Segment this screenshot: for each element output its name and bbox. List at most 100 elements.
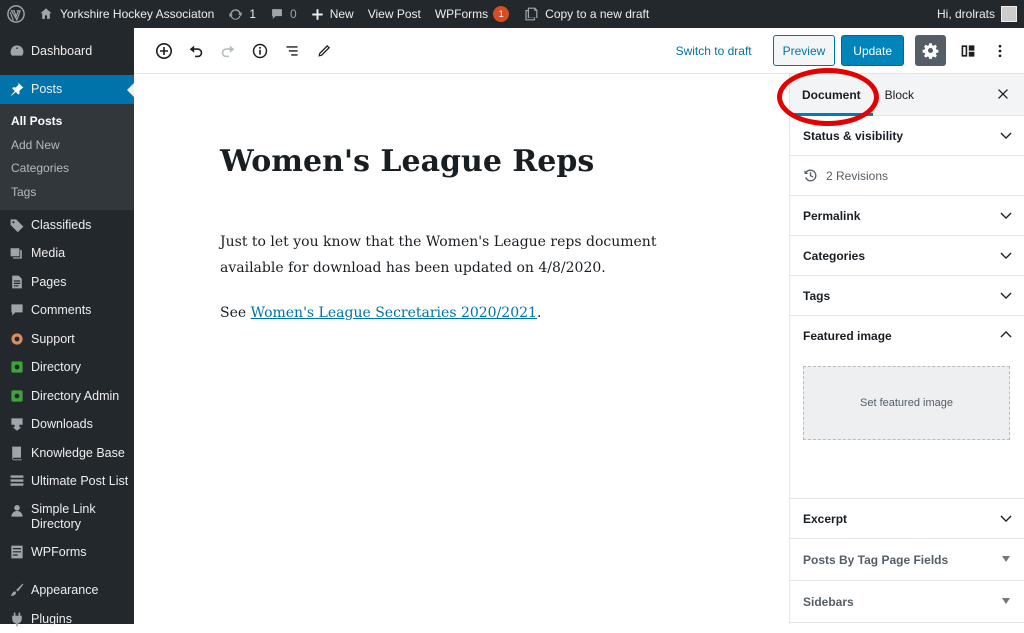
plus-icon xyxy=(311,8,324,21)
set-featured-image-button[interactable]: Set featured image xyxy=(803,366,1010,440)
users-icon xyxy=(8,503,25,520)
menu-posts[interactable]: Posts xyxy=(0,75,134,104)
switch-to-draft-button[interactable]: Switch to draft xyxy=(676,44,752,58)
menu-simple-link-line1: Simple Link xyxy=(31,502,96,516)
undo-button[interactable] xyxy=(180,35,212,67)
view-post-link[interactable]: View Post xyxy=(361,0,428,28)
posts-submenu: All Posts Add New Categories Tags xyxy=(0,104,134,210)
menu-comments-label: Comments xyxy=(31,303,91,317)
form-icon xyxy=(8,543,25,560)
menu-comments[interactable]: Comments xyxy=(0,296,134,325)
more-menu-button[interactable] xyxy=(984,35,1016,67)
add-block-button[interactable] xyxy=(148,35,180,67)
comments-link[interactable]: 0 xyxy=(263,0,304,28)
site-name-link[interactable]: Yorkshire Hockey Associaton xyxy=(32,0,221,28)
content-info-button[interactable] xyxy=(244,35,276,67)
menu-simple-link-label: Simple LinkDirectory xyxy=(31,502,96,532)
panel-tags[interactable]: Tags xyxy=(790,276,1024,316)
menu-appearance[interactable]: Appearance xyxy=(0,576,134,605)
submenu-tags[interactable]: Tags xyxy=(0,180,134,204)
update-button[interactable]: Update xyxy=(841,35,904,66)
panel-excerpt[interactable]: Excerpt xyxy=(790,499,1024,539)
menu-simple-link-directory[interactable]: Simple LinkDirectory xyxy=(0,496,134,538)
submenu-categories[interactable]: Categories xyxy=(0,157,134,181)
support-icon xyxy=(8,330,25,347)
menu-dashboard[interactable]: Dashboard xyxy=(0,37,134,66)
preview-button[interactable]: Preview xyxy=(773,35,836,66)
revisions-label: 2 Revisions xyxy=(826,169,888,183)
updates-link[interactable]: 1 xyxy=(221,0,263,28)
menu-pages-label: Pages xyxy=(31,275,66,289)
panel-status-visibility[interactable]: Status & visibility xyxy=(790,116,1024,156)
menu-pages[interactable]: Pages xyxy=(0,268,134,297)
panel-sidebars-label: Sidebars xyxy=(803,595,854,609)
menu-wpforms[interactable]: WPForms xyxy=(0,538,134,567)
copy-to-draft-link[interactable]: Copy to a new draft xyxy=(516,0,656,28)
directory-admin-icon xyxy=(8,387,25,404)
redo-button[interactable] xyxy=(212,35,244,67)
paragraph-block[interactable]: Just to let you know that the Women's Le… xyxy=(220,229,710,281)
pencil-icon xyxy=(316,43,332,59)
menu-downloads[interactable]: Downloads xyxy=(0,410,134,439)
wordpress-logo-icon[interactable] xyxy=(0,0,32,28)
tab-document[interactable]: Document xyxy=(790,74,873,116)
panel-posts-by-tag-label: Posts By Tag Page Fields xyxy=(803,553,948,567)
editor-canvas: Women's League Reps Just to let you know… xyxy=(134,74,790,624)
settings-button[interactable] xyxy=(915,35,946,66)
updates-count: 1 xyxy=(249,7,256,21)
list-icon xyxy=(8,473,25,490)
toolbar-left xyxy=(148,35,340,67)
menu-classifieds[interactable]: Classifieds xyxy=(0,211,134,240)
menu-directory[interactable]: Directory xyxy=(0,353,134,382)
tab-block[interactable]: Block xyxy=(873,74,926,116)
secretaries-link[interactable]: Women's League Secretaries 2020/2021 xyxy=(251,305,537,321)
close-sidebar-button[interactable] xyxy=(996,87,1010,104)
download-icon xyxy=(8,416,25,433)
tools-button[interactable] xyxy=(308,35,340,67)
panel-featured-image[interactable]: Featured image xyxy=(790,316,1024,356)
my-account-link[interactable]: Hi, drolrats xyxy=(930,0,1024,28)
pages-icon xyxy=(8,273,25,290)
gear-icon xyxy=(922,42,939,59)
menu-ultimate-post-list[interactable]: Ultimate Post List xyxy=(0,467,134,496)
panel-tags-label: Tags xyxy=(803,289,830,303)
panel-posts-by-tag[interactable]: Posts By Tag Page Fields xyxy=(790,539,1024,581)
block-navigation-button[interactable] xyxy=(276,35,308,67)
comments-icon xyxy=(8,302,25,319)
post-title[interactable]: Women's League Reps xyxy=(220,144,594,179)
menu-directory-admin-label: Directory Admin xyxy=(31,389,119,403)
plugin-icon xyxy=(8,610,25,627)
admin-menu: Dashboard Posts All Posts Add New Catego… xyxy=(0,28,134,624)
submenu-add-new[interactable]: Add New xyxy=(0,133,134,157)
panel-featured-image-label: Featured image xyxy=(803,329,892,343)
panel-permalink-label: Permalink xyxy=(803,209,860,223)
new-label: New xyxy=(330,7,354,21)
menu-support[interactable]: Support xyxy=(0,325,134,354)
menu-directory-admin[interactable]: Directory Admin xyxy=(0,382,134,411)
submenu-all-posts[interactable]: All Posts xyxy=(0,110,134,134)
plugin-sidebar-button[interactable] xyxy=(952,35,984,67)
home-icon xyxy=(39,7,53,21)
menu-plugins[interactable]: Plugins xyxy=(0,605,134,633)
toolbar-right: Switch to draft Preview Update xyxy=(676,35,1024,67)
wpforms-label: WPForms xyxy=(435,7,488,21)
panel-categories[interactable]: Categories xyxy=(790,236,1024,276)
redo-icon xyxy=(219,42,237,60)
wpforms-link[interactable]: WPForms 1 xyxy=(428,0,516,28)
panel-sidebars[interactable]: Sidebars xyxy=(790,581,1024,623)
menu-media[interactable]: Media xyxy=(0,239,134,268)
menu-downloads-label: Downloads xyxy=(31,417,93,431)
panel-permalink[interactable]: Permalink xyxy=(790,196,1024,236)
chevron-down-icon xyxy=(999,511,1013,528)
menu-knowledge-base-label: Knowledge Base xyxy=(31,446,125,460)
dashboard-icon xyxy=(8,43,25,60)
menu-ultimate-post-list-label: Ultimate Post List xyxy=(31,474,128,488)
new-content-link[interactable]: New xyxy=(304,0,361,28)
paragraph-block-link[interactable]: See Women's League Secretaries 2020/2021… xyxy=(220,300,710,326)
list-view-icon xyxy=(284,43,300,59)
panel-revisions[interactable]: 2 Revisions xyxy=(790,156,1024,196)
menu-knowledge-base[interactable]: Knowledge Base xyxy=(0,439,134,468)
panel-status-visibility-label: Status & visibility xyxy=(803,129,903,143)
menu-classifieds-label: Classifieds xyxy=(31,218,91,232)
media-icon xyxy=(8,245,25,262)
